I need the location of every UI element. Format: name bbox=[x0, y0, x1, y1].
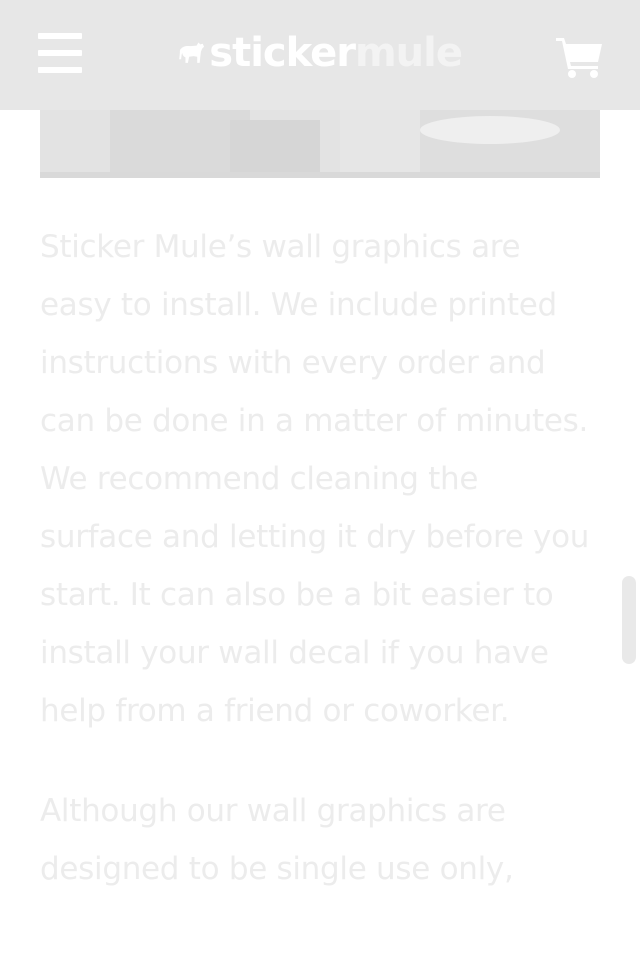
menu-bar-bottom bbox=[38, 67, 82, 73]
menu-bar-middle bbox=[38, 50, 82, 56]
logo-wordmark-secondary: mule bbox=[355, 30, 463, 76]
top-nav-bar: stickermule bbox=[0, 0, 640, 110]
mule-logo-icon bbox=[179, 42, 205, 63]
hamburger-menu-icon[interactable] bbox=[38, 33, 82, 73]
sticker-mule-logo[interactable]: stickermule bbox=[178, 30, 463, 76]
vertical-scrollbar[interactable] bbox=[622, 576, 636, 664]
cart-glyph bbox=[556, 38, 602, 78]
wall-graphic-photo bbox=[40, 110, 600, 178]
paragraph-reuse: Although our wall graphics are designed … bbox=[40, 793, 514, 887]
logo-wordmark-primary: sticker bbox=[209, 30, 356, 76]
article-body: Sticker Mule’s wall graphics are easy to… bbox=[40, 218, 600, 898]
paragraph-installation: Sticker Mule’s wall graphics are easy to… bbox=[40, 229, 590, 729]
shopping-cart-icon[interactable] bbox=[556, 36, 604, 78]
logo-wordmark: stickermule bbox=[209, 30, 463, 76]
photo-content bbox=[40, 110, 600, 178]
menu-bar-top bbox=[38, 33, 82, 39]
